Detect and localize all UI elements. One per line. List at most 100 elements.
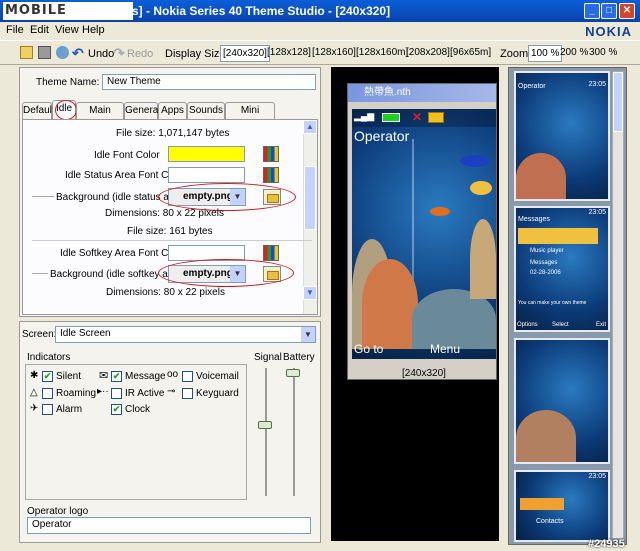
scroll-down-button[interactable]: ▼ bbox=[303, 286, 317, 300]
site-logo: MOBILE bbox=[3, 2, 133, 20]
coral-image bbox=[516, 410, 576, 462]
chevron-down-icon: ▼ bbox=[301, 327, 315, 342]
redo-button[interactable]: Redo bbox=[127, 48, 153, 60]
color-picker-icon[interactable] bbox=[263, 245, 279, 261]
silent-label: Silent bbox=[56, 371, 82, 382]
battery-slider-track[interactable] bbox=[293, 368, 295, 496]
right-softkey: Menu bbox=[430, 342, 461, 356]
voicemail-checkbox[interactable] bbox=[182, 371, 193, 382]
tab-apps[interactable]: Apps bbox=[158, 102, 187, 119]
alarm-checkbox[interactable] bbox=[42, 404, 53, 415]
thumb-messages-screen[interactable]: Messages 23:05 Music player Messages 02-… bbox=[514, 206, 610, 332]
screen-select[interactable]: Idle Screen ▼ bbox=[55, 326, 316, 343]
thumb-softkey: Select bbox=[552, 322, 569, 328]
screen-select-value: Idle Screen bbox=[60, 328, 111, 339]
signal-slider-thumb[interactable] bbox=[258, 421, 272, 429]
tab-sounds[interactable]: Sounds bbox=[187, 102, 225, 119]
message-icon bbox=[428, 112, 444, 123]
idle-font-color-label: Idle Font Color bbox=[94, 150, 160, 161]
thumb-highlight bbox=[520, 498, 564, 510]
watermark: #24935 bbox=[588, 538, 625, 550]
battery-slider-thumb[interactable] bbox=[286, 369, 300, 377]
menu-view[interactable]: View bbox=[55, 24, 79, 36]
thumb-title: Messages bbox=[518, 216, 550, 223]
softkey-font-color-label: Idle Softkey Area Font Color bbox=[60, 248, 186, 259]
thumb-line: Music player bbox=[530, 248, 564, 254]
clock-label: Clock bbox=[125, 404, 151, 415]
preview-titlebar: 熱帶魚.nth bbox=[348, 84, 496, 102]
thumb-line: Messages bbox=[530, 260, 558, 266]
thumb-clock: 23:05 bbox=[588, 209, 606, 216]
maximize-button[interactable]: □ bbox=[601, 3, 617, 19]
thumbnail-scrollbar[interactable] bbox=[612, 71, 624, 539]
coral-image bbox=[470, 219, 496, 299]
undo-button[interactable]: Undo bbox=[88, 48, 114, 60]
thumb-softkey: Exit bbox=[596, 322, 607, 328]
file-size-text: File size: 1,071,147 bytes bbox=[116, 128, 230, 139]
tab-general[interactable]: General bbox=[124, 102, 161, 119]
ir-icon: ▸·· bbox=[97, 386, 109, 397]
thumb-operator: Operator bbox=[518, 83, 546, 90]
file-size-text: File size: 161 bytes bbox=[127, 226, 213, 237]
open-icon[interactable] bbox=[20, 46, 33, 59]
silent-checkbox[interactable]: ✔ bbox=[42, 371, 53, 382]
scroll-thumb[interactable] bbox=[613, 72, 623, 132]
menu-help[interactable]: Help bbox=[82, 24, 105, 36]
scroll-up-button[interactable]: ▲ bbox=[303, 120, 317, 134]
tools-icon[interactable] bbox=[56, 46, 69, 59]
close-button[interactable]: ✕ bbox=[619, 3, 635, 19]
indicators-heading: Indicators bbox=[27, 352, 71, 363]
tab-default[interactable]: Default bbox=[22, 102, 55, 119]
menu-file[interactable]: File bbox=[6, 24, 24, 36]
signal-slider-track[interactable] bbox=[265, 368, 267, 496]
message-label: Message bbox=[125, 371, 166, 382]
alarm-icon: ✈ bbox=[30, 403, 39, 414]
zoom-200[interactable]: 200 % bbox=[558, 45, 590, 62]
toolbar: ↶ Undo ↷ Redo Display Size: [240x320] [1… bbox=[0, 40, 640, 65]
size-240x320[interactable]: [240x320] bbox=[220, 45, 270, 62]
operator-logo-label: Operator logo bbox=[27, 506, 89, 517]
size-128x128[interactable]: [128x128] bbox=[265, 45, 313, 62]
thumb-idle-screen[interactable]: Operator 23:05 bbox=[514, 71, 610, 201]
bubbles-image bbox=[412, 139, 414, 299]
save-icon[interactable] bbox=[38, 46, 51, 59]
roaming-label: Roaming bbox=[56, 388, 97, 399]
color-picker-icon[interactable] bbox=[263, 146, 279, 162]
size-208x208[interactable]: [208x208] bbox=[404, 45, 452, 62]
zoom-label: Zoom: bbox=[500, 48, 532, 60]
size-128x160m[interactable]: [128x160m] bbox=[354, 45, 410, 62]
thumb-clock: 23:05 bbox=[588, 81, 606, 88]
nokia-logo: NOKIA bbox=[585, 24, 632, 39]
roaming-checkbox[interactable] bbox=[42, 388, 53, 399]
keyguard-checkbox[interactable] bbox=[182, 388, 193, 399]
screen-label: Screen: bbox=[22, 329, 57, 340]
idle-font-color-swatch[interactable] bbox=[168, 146, 245, 162]
minimize-button[interactable]: _ bbox=[584, 3, 600, 19]
thumb-wallpaper-screen[interactable] bbox=[514, 338, 610, 464]
clock-checkbox[interactable]: ✔ bbox=[111, 404, 122, 415]
voicemail-icon: oo bbox=[167, 369, 179, 380]
tab-main-menu[interactable]: Main Menu bbox=[76, 102, 124, 131]
keyguard-label: Keyguard bbox=[196, 388, 239, 399]
dimensions-text: Dimensions: 80 x 22 pixels bbox=[106, 287, 225, 298]
size-128x160[interactable]: [128x160] bbox=[310, 45, 358, 62]
fish-image bbox=[460, 155, 490, 167]
silent-icon: ✕ bbox=[412, 110, 423, 124]
fish-image bbox=[430, 207, 450, 216]
status-font-color-swatch[interactable] bbox=[168, 167, 245, 183]
annotation-circle bbox=[158, 183, 296, 211]
theme-name-field[interactable]: New Theme bbox=[102, 74, 316, 90]
zoom-300[interactable]: 300 % bbox=[587, 45, 619, 62]
color-picker-icon[interactable] bbox=[263, 167, 279, 183]
thumb-menu-screen[interactable]: 23:05 Contacts bbox=[514, 470, 610, 542]
battery-icon bbox=[382, 113, 400, 122]
tab-mini-screen[interactable]: Mini Screen bbox=[225, 102, 275, 131]
menu-edit[interactable]: Edit bbox=[30, 24, 49, 36]
message-checkbox[interactable]: ✔ bbox=[111, 371, 122, 382]
scroll-thumb[interactable] bbox=[304, 166, 316, 230]
operator-logo-field[interactable]: Operator bbox=[27, 517, 311, 534]
size-96x65m[interactable]: [96x65m] bbox=[448, 45, 493, 62]
ir-active-checkbox[interactable] bbox=[111, 388, 122, 399]
coral-image bbox=[516, 153, 566, 199]
divider bbox=[32, 240, 312, 241]
